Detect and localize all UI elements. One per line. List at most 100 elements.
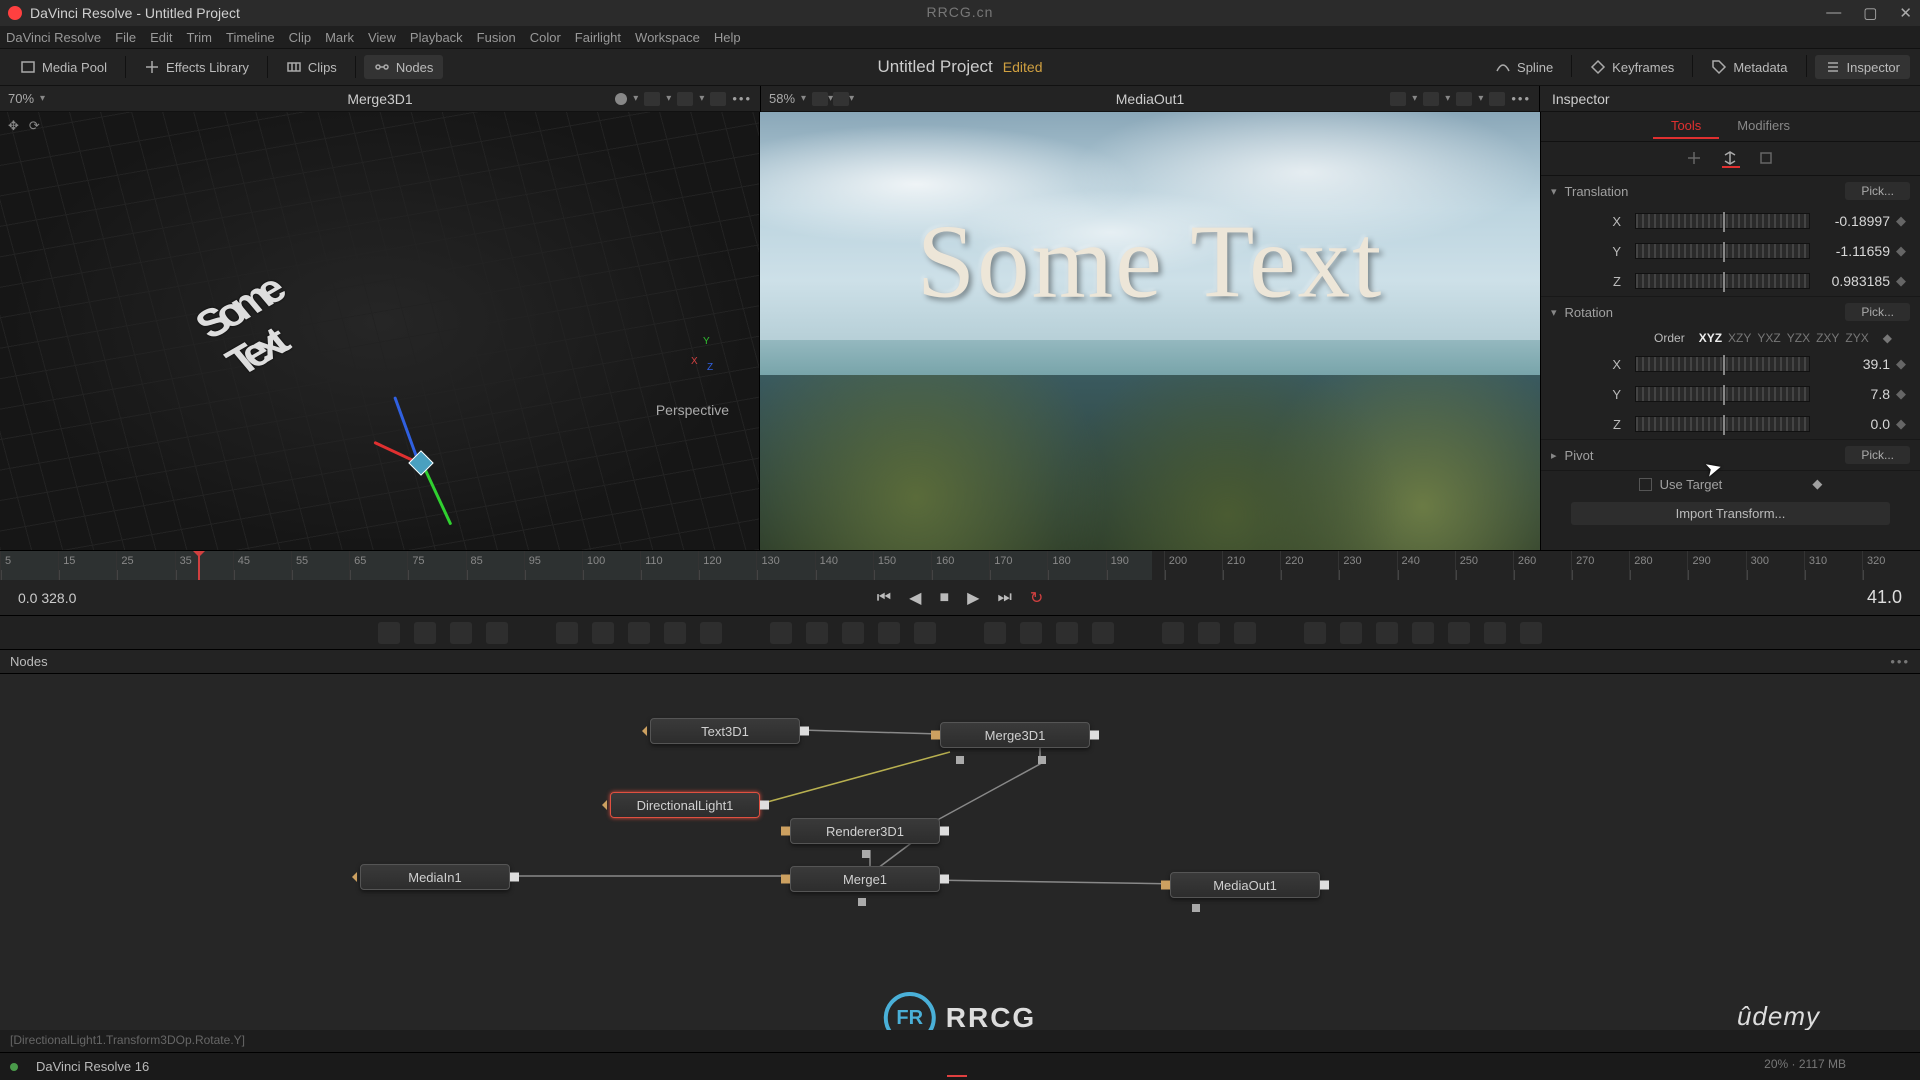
node-merge3d[interactable]: Merge3D1	[940, 722, 1090, 748]
page-fusion-icon[interactable]	[947, 1057, 967, 1077]
inspector-button[interactable]: Inspector	[1815, 55, 1910, 79]
menu-item[interactable]: Color	[530, 30, 561, 45]
resize-tool-icon[interactable]	[842, 622, 864, 644]
page-edit-icon[interactable]	[915, 1057, 935, 1077]
viewer-opt-h[interactable]	[1456, 92, 1472, 106]
left-zoom[interactable]: 70%	[8, 91, 34, 106]
viewer-opt-d[interactable]	[812, 92, 828, 106]
menu-item[interactable]: File	[115, 30, 136, 45]
use-target-row[interactable]: Use Target ◆	[1541, 471, 1920, 497]
ellipse-mask-icon[interactable]	[1020, 622, 1042, 644]
keyframes-button[interactable]: Keyframes	[1580, 55, 1684, 79]
bspline-mask-icon[interactable]	[1092, 622, 1114, 644]
keyframe-icon[interactable]: ◆	[1896, 356, 1910, 372]
inspector-page-settings-icon[interactable]	[1758, 150, 1776, 168]
menu-item[interactable]: Workspace	[635, 30, 700, 45]
viewer-opt-i[interactable]	[1489, 92, 1505, 106]
right-viewer-output[interactable]: ✥ ⟳ Some Text	[760, 112, 1540, 550]
right-zoom[interactable]: 58%	[769, 91, 795, 106]
viewer-opt-b[interactable]	[677, 92, 693, 106]
order-xyz[interactable]: XYZ	[1699, 331, 1722, 345]
viewer-dot-toggle[interactable]	[615, 93, 627, 105]
text3d-icon[interactable]	[1376, 622, 1398, 644]
rect-mask-icon[interactable]	[984, 622, 1006, 644]
node-directional-light[interactable]: DirectionalLight1	[610, 792, 760, 818]
camera3d-icon[interactable]	[1412, 622, 1434, 644]
node-text3d[interactable]: Text3D1	[650, 718, 800, 744]
viewer-opt-a[interactable]	[644, 92, 660, 106]
translate-z-slider[interactable]	[1635, 273, 1810, 289]
menu-item[interactable]: Fusion	[477, 30, 516, 45]
inspector-page-transform-icon[interactable]	[1722, 150, 1740, 168]
particles-emit-icon[interactable]	[1234, 622, 1256, 644]
colorcorrect-tool-icon[interactable]	[700, 622, 722, 644]
node-renderer3d[interactable]: Renderer3D1	[790, 818, 940, 844]
project-manager-icon[interactable]	[1858, 1057, 1878, 1077]
menu-item[interactable]: Fairlight	[575, 30, 621, 45]
translate-x-slider[interactable]	[1635, 213, 1810, 229]
merge-tool-icon[interactable]	[770, 622, 792, 644]
pick-button[interactable]: Pick...	[1845, 303, 1910, 321]
project-settings-icon[interactable]	[1890, 1057, 1910, 1077]
page-media-icon[interactable]	[851, 1057, 871, 1077]
time-ruler[interactable]: 5152535455565758595100110120130140150160…	[0, 550, 1920, 580]
current-frame[interactable]: 41.0	[1742, 587, 1902, 608]
window-close[interactable]: ✕	[1899, 4, 1912, 22]
gizmo[interactable]	[380, 372, 500, 512]
inspector-tab-modifiers[interactable]: Modifiers	[1719, 114, 1808, 139]
rotate-z-value[interactable]: 0.0	[1810, 416, 1896, 432]
translation-header[interactable]: ▾ Translation Pick...	[1541, 176, 1920, 206]
playhead[interactable]	[198, 551, 200, 580]
node-aux-port[interactable]	[1192, 904, 1200, 912]
viewer-opt-f[interactable]	[1390, 92, 1406, 106]
menu-item[interactable]: Edit	[150, 30, 172, 45]
keyframe-icon[interactable]: ◆	[1896, 386, 1910, 402]
text-tool-icon[interactable]	[450, 622, 472, 644]
frame-range[interactable]: 0.0 328.0	[18, 590, 178, 606]
node-mediain[interactable]: MediaIn1	[360, 864, 510, 890]
viewer-more-icon[interactable]: •••	[732, 91, 752, 106]
order-zyx[interactable]: ZYX	[1845, 331, 1868, 345]
rotate-x-slider[interactable]	[1635, 356, 1810, 372]
light-icon[interactable]	[1520, 622, 1542, 644]
rotate-x-value[interactable]: 39.1	[1810, 356, 1896, 372]
play-button[interactable]: ▶	[967, 588, 979, 608]
menu-item[interactable]: Help	[714, 30, 741, 45]
keyframe-icon[interactable]: ◆	[1896, 243, 1910, 259]
go-end-button[interactable]: ⏭	[997, 589, 1011, 607]
order-yxz[interactable]: YXZ	[1757, 331, 1780, 345]
step-back-button[interactable]: ◀	[909, 588, 921, 608]
viewer-more-icon[interactable]: •••	[1511, 91, 1531, 106]
metadata-button[interactable]: Metadata	[1701, 55, 1797, 79]
pivot-header[interactable]: ▸ Pivot Pick...	[1541, 440, 1920, 470]
glow-tool-icon[interactable]	[664, 622, 686, 644]
rotate-y-slider[interactable]	[1635, 386, 1810, 402]
checkbox-icon[interactable]	[1639, 478, 1652, 491]
image-plane-icon[interactable]	[1304, 622, 1326, 644]
bg-tool-icon[interactable]	[378, 622, 400, 644]
node-mediaout[interactable]: MediaOut1	[1170, 872, 1320, 898]
viewer-opt-e[interactable]	[833, 92, 849, 106]
rotate-z-slider[interactable]	[1635, 416, 1810, 432]
menu-item[interactable]: Mark	[325, 30, 354, 45]
node-merge[interactable]: Merge1	[790, 866, 940, 892]
window-maximize[interactable]: ▢	[1863, 4, 1877, 22]
inspector-page-controls-icon[interactable]	[1686, 150, 1704, 168]
order-xzy[interactable]: XZY	[1728, 331, 1751, 345]
viewer-opt-g[interactable]	[1423, 92, 1439, 106]
keyframe-icon[interactable]: ◆	[1883, 331, 1892, 345]
move-tool-icon[interactable]: ✥	[8, 118, 19, 134]
stop-button[interactable]: ■	[939, 589, 949, 607]
clips-button[interactable]: Clips	[276, 55, 347, 79]
node-aux-port[interactable]	[956, 756, 964, 764]
nodes-button[interactable]: Nodes	[364, 55, 444, 79]
keyframe-icon[interactable]: ◆	[1896, 416, 1910, 432]
order-yzx[interactable]: YZX	[1787, 331, 1810, 345]
node-aux-port[interactable]	[1038, 756, 1046, 764]
window-minimize[interactable]: —	[1826, 4, 1841, 22]
page-deliver-icon[interactable]	[1043, 1057, 1063, 1077]
keyframe-icon[interactable]: ◆	[1812, 476, 1822, 492]
transform-tool-icon[interactable]	[806, 622, 828, 644]
import-transform-button[interactable]: Import Transform...	[1571, 502, 1890, 525]
order-zxy[interactable]: ZXY	[1816, 331, 1839, 345]
